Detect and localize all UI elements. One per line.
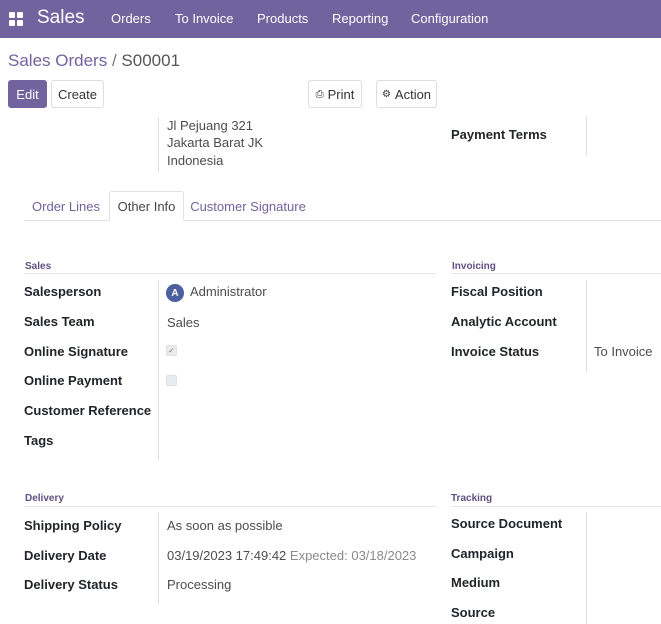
top-navbar: Sales Orders To Invoice Products Reporti… <box>0 0 661 38</box>
salesperson-label: Salesperson <box>24 284 102 299</box>
avatar: A <box>166 284 184 302</box>
address-line-1: Jl Pejuang 321 <box>167 118 254 133</box>
action-button-label: Action <box>394 86 432 102</box>
online-payment-checkbox[interactable] <box>166 375 177 386</box>
column-divider <box>586 512 587 624</box>
source-label: Source <box>451 605 496 620</box>
invoice-status-label: Invoice Status <box>451 344 540 359</box>
delivery-date-text: 03/19/2023 17:49:42 <box>167 548 287 563</box>
analytic-account-label: Analytic Account <box>451 314 557 329</box>
apps-menu-icon[interactable] <box>9 12 23 26</box>
sales-team-label: Sales Team <box>24 314 95 329</box>
column-divider <box>586 280 587 372</box>
menu-products[interactable]: Products <box>257 11 308 26</box>
payment-terms-label: Payment Terms <box>451 127 547 142</box>
create-button-label: Create <box>57 86 98 102</box>
sales-section-title: Sales <box>25 261 52 272</box>
delivery-status-value: Processing <box>167 577 232 592</box>
invoicing-section-title: Invoicing <box>452 261 496 272</box>
salesperson-value[interactable]: Administrator <box>190 284 267 299</box>
edit-button-label: Edit <box>16 86 39 102</box>
sales-team-value[interactable]: Sales <box>167 315 200 330</box>
create-button[interactable]: Create <box>51 80 104 108</box>
delivery-date-label: Delivery Date <box>24 548 107 563</box>
breadcrumb: Sales Orders / S00001 <box>8 51 180 71</box>
delivery-section-title: Delivery <box>25 493 64 504</box>
edit-button[interactable]: Edit <box>8 80 47 108</box>
tags-label: Tags <box>24 433 54 448</box>
print-icon: ⎙ <box>315 88 324 100</box>
column-divider <box>158 512 159 604</box>
menu-to-invoice[interactable]: To Invoice <box>175 11 234 26</box>
print-button-label: Print <box>327 86 355 102</box>
menu-reporting[interactable]: Reporting <box>332 11 388 26</box>
section-divider <box>24 506 436 507</box>
print-button[interactable]: ⎙ Print <box>308 80 362 108</box>
column-divider <box>158 117 159 172</box>
online-payment-label: Online Payment <box>24 373 123 388</box>
tab-order-lines[interactable]: Order Lines <box>26 191 106 221</box>
column-divider <box>158 280 159 460</box>
column-divider <box>586 117 587 155</box>
gear-icon: ⚙ <box>381 88 391 100</box>
breadcrumb-parent[interactable]: Sales Orders <box>8 51 107 70</box>
fiscal-position-label: Fiscal Position <box>451 284 543 299</box>
tab-customer-signature[interactable]: Customer Signature <box>187 191 309 221</box>
campaign-label: Campaign <box>451 546 514 561</box>
customer-reference-label: Customer Reference <box>24 403 152 418</box>
medium-label: Medium <box>451 575 501 590</box>
source-document-label: Source Document <box>451 516 563 531</box>
invoice-status-value: To Invoice <box>594 344 653 359</box>
online-signature-label: Online Signature <box>24 344 129 359</box>
shipping-policy-label: Shipping Policy <box>24 518 122 533</box>
tracking-section-title: Tracking <box>451 493 493 504</box>
section-divider <box>451 506 661 507</box>
check-icon: ✓ <box>168 345 175 355</box>
action-button[interactable]: ⚙ Action <box>376 80 437 108</box>
menu-orders[interactable]: Orders <box>111 11 151 26</box>
address-line-3: Indonesia <box>167 153 224 168</box>
tab-other-info[interactable]: Other Info <box>109 191 184 221</box>
online-signature-checkbox[interactable]: ✓ <box>166 345 177 356</box>
breadcrumb-current: S00001 <box>121 51 181 70</box>
shipping-policy-value[interactable]: As soon as possible <box>167 518 283 533</box>
section-divider <box>24 273 436 274</box>
delivery-date-value: 03/19/2023 17:49:42 Expected: 03/18/2023 <box>167 548 416 563</box>
section-divider <box>451 273 661 274</box>
delivery-status-label: Delivery Status <box>24 577 118 592</box>
breadcrumb-separator: / <box>111 51 117 70</box>
address-line-2: Jakarta Barat JK <box>167 135 264 150</box>
menu-configuration[interactable]: Configuration <box>411 11 488 26</box>
app-brand[interactable]: Sales <box>37 7 85 29</box>
expected-date-text: Expected: 03/18/2023 <box>289 548 417 563</box>
